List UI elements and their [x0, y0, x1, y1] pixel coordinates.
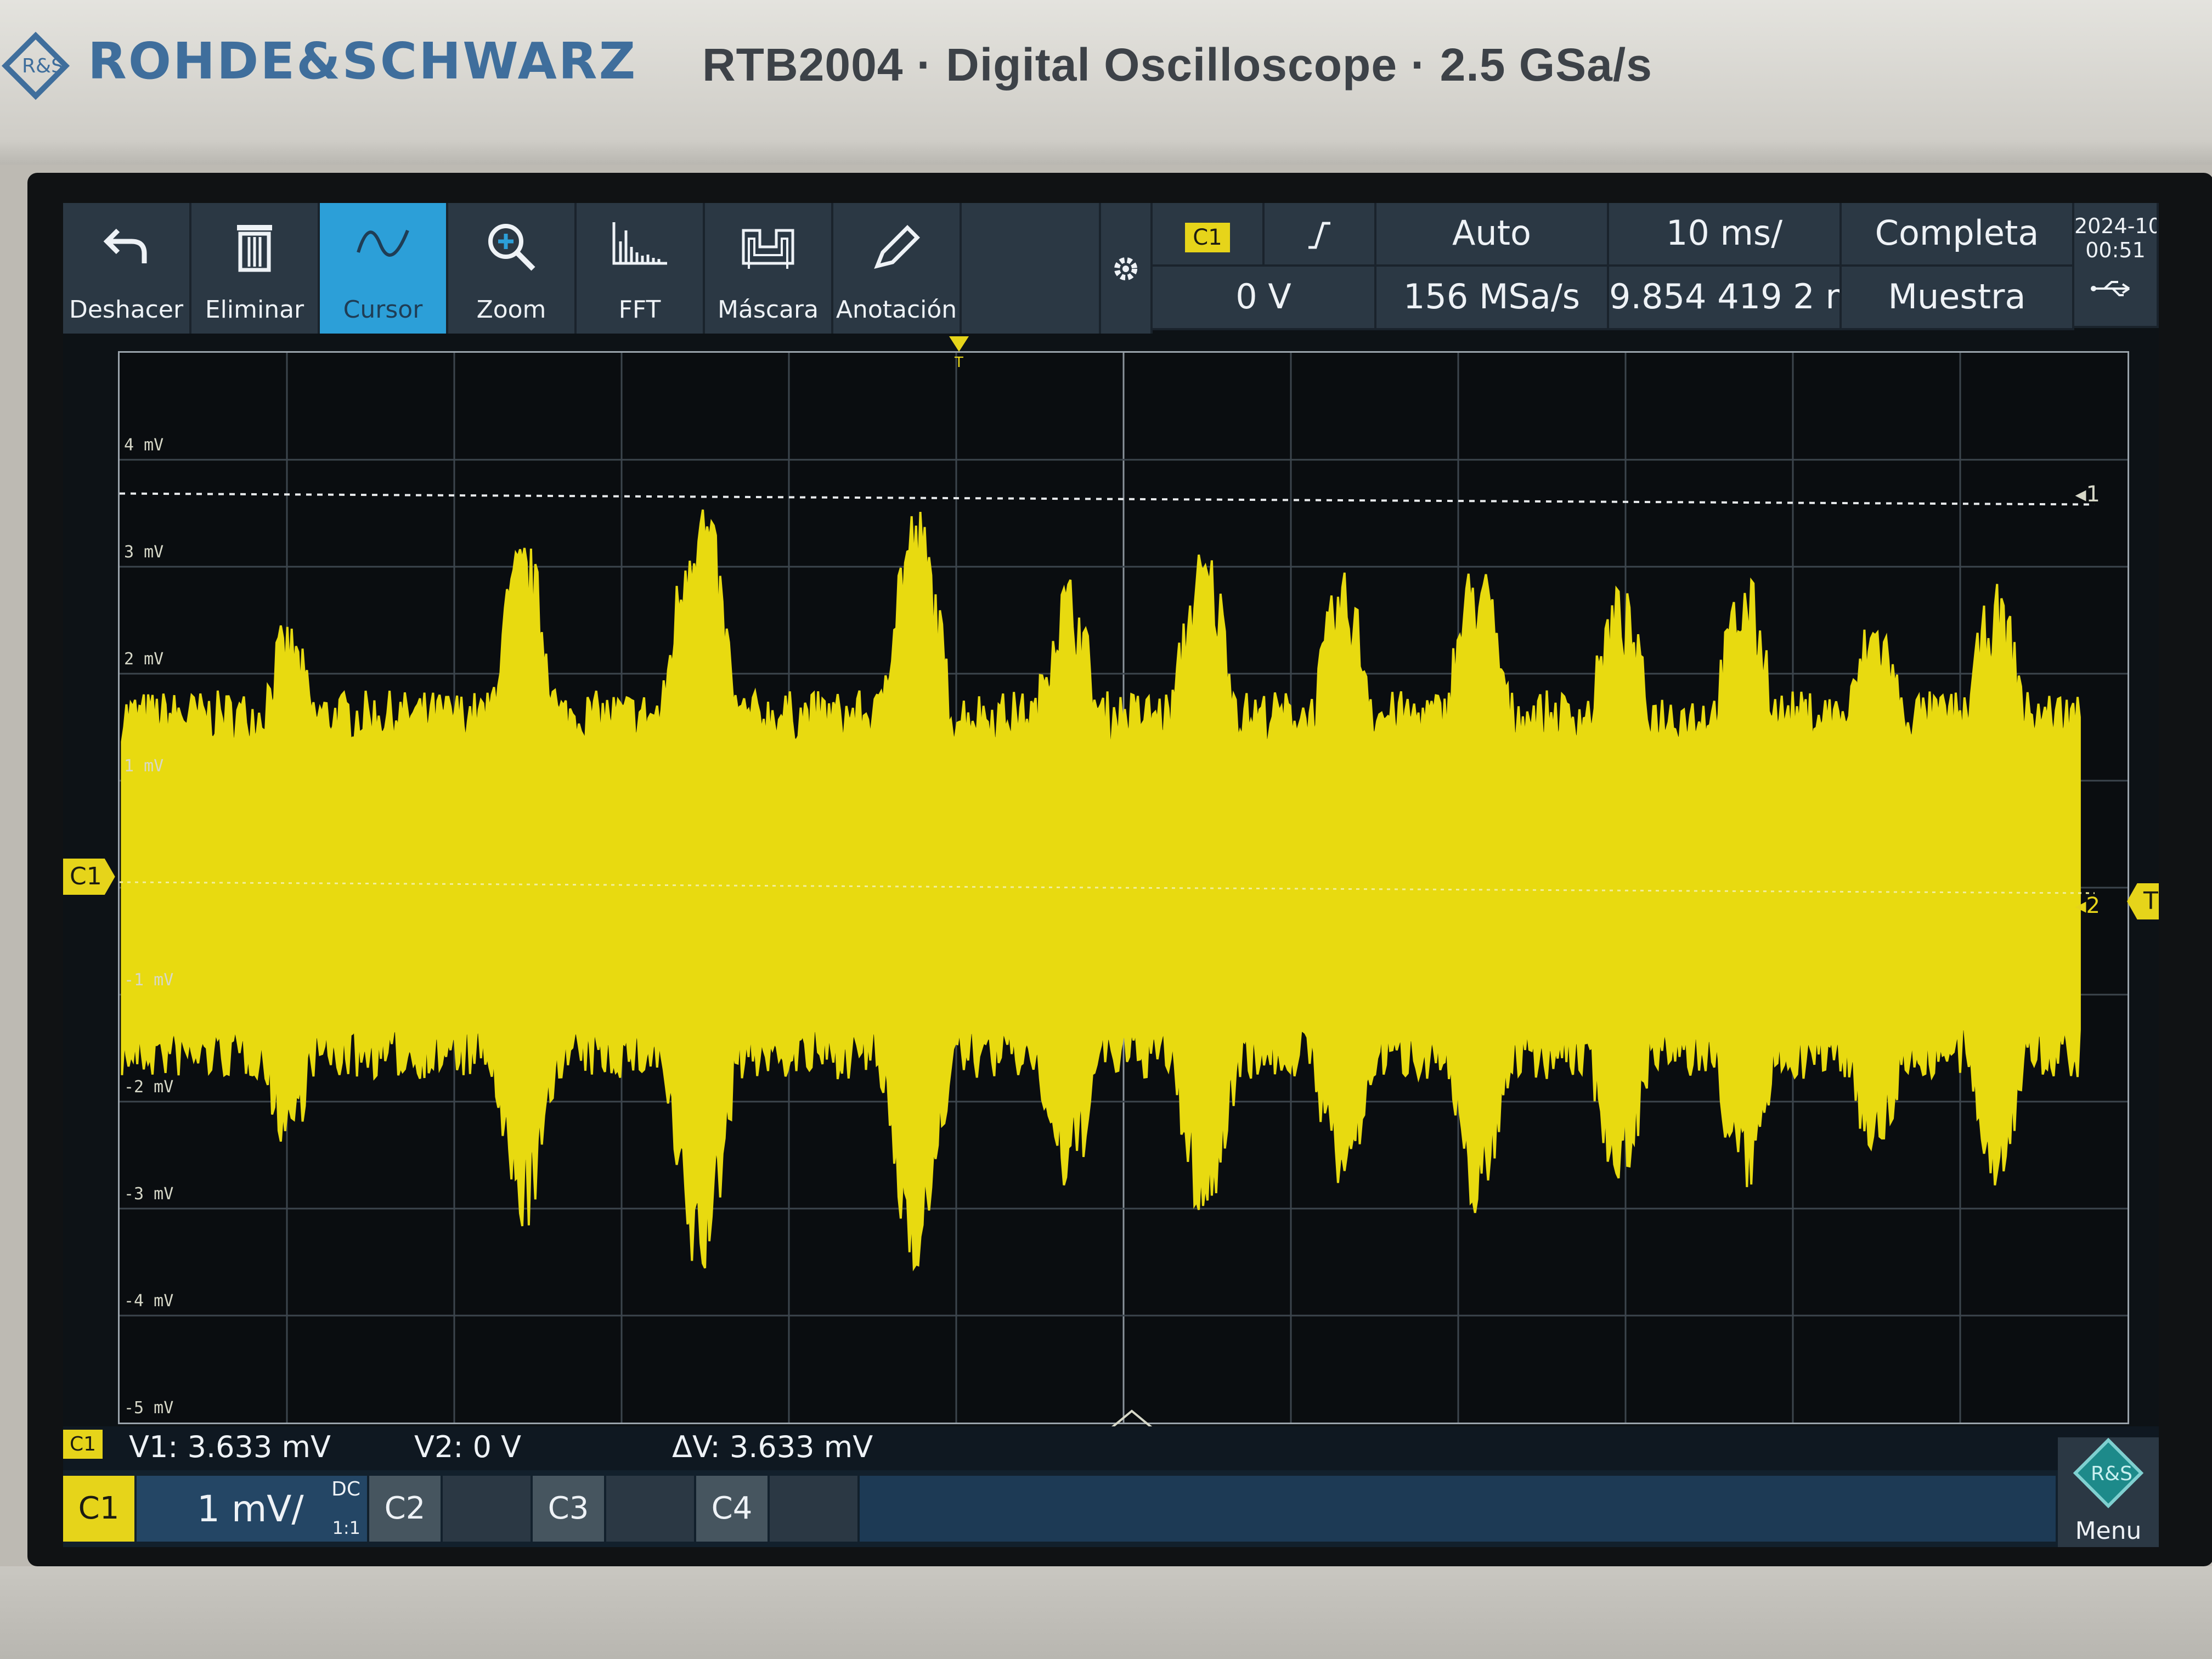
delete-button[interactable]: Eliminar — [191, 203, 320, 334]
fft-button[interactable]: FFT — [577, 203, 705, 334]
channel-c2-settings[interactable] — [443, 1476, 531, 1542]
cursor-1-line[interactable] — [120, 492, 2095, 506]
channel-c4-tab[interactable]: C4 — [696, 1476, 768, 1542]
v2-readout: V2: 0 V — [414, 1430, 522, 1464]
channel-c1-settings[interactable]: 1 mV/ DC 1:1 — [137, 1476, 367, 1542]
c1-coupling: DC — [331, 1478, 360, 1500]
time-per-div[interactable]: 10 ms/ — [1609, 203, 1842, 267]
menu-label: Menu — [2075, 1517, 2142, 1545]
volt-label: -1 mV — [124, 970, 174, 990]
delete-label: Eliminar — [205, 296, 304, 324]
model-title: RTB2004 · Digital Oscilloscope · 2.5 GSa… — [702, 39, 1652, 91]
toolbar-empty-slot — [962, 203, 1101, 334]
gear-icon — [1114, 257, 1137, 280]
cursor-2-number: 2 — [2086, 893, 2100, 918]
menu-button[interactable]: R&S Menu — [2058, 1437, 2159, 1547]
rs-logo-icon: R&S — [1, 31, 70, 100]
volt-label: -2 mV — [124, 1077, 174, 1097]
svg-text:T: T — [954, 354, 963, 369]
trigger-arrow-icon: T — [949, 336, 969, 371]
zoom-button[interactable]: Zoom — [448, 203, 577, 334]
acquisition-mode[interactable]: Muestra — [1842, 267, 2074, 330]
annotation-button[interactable]: Anotación — [833, 203, 962, 334]
trigger-level-marker[interactable]: TL — [2127, 883, 2159, 919]
usb-icon — [2091, 281, 2130, 296]
instrument-bottom-bezel — [0, 1566, 2212, 1659]
channel-c1-tab[interactable]: C1 — [63, 1476, 134, 1542]
cursor-1-label[interactable]: ◂1 — [2075, 482, 2100, 507]
trash-icon — [237, 225, 272, 272]
volt-label: -5 mV — [124, 1398, 174, 1418]
date: 2024-10-30 — [2074, 214, 2159, 238]
mask-label: Máscara — [717, 296, 819, 324]
channel-c2-tab[interactable]: C2 — [369, 1476, 441, 1542]
brand-name: ROHDE&SCHWARZ — [88, 32, 637, 91]
waveform-plot — [120, 353, 2128, 1423]
zoom-label: Zoom — [476, 296, 546, 324]
readout-channel-badge: C1 — [63, 1430, 103, 1459]
trigger-source-badge: C1 — [1185, 223, 1230, 252]
undo-button[interactable]: Deshacer — [63, 203, 191, 334]
volt-label: -3 mV — [124, 1184, 174, 1204]
channel-c4-settings[interactable] — [770, 1476, 857, 1542]
instrument-top-bezel: R&S ROHDE&SCHWARZ RTB2004 · Digital Osci… — [0, 0, 2212, 165]
volt-label: 3 mV — [124, 543, 164, 562]
mask-icon — [742, 229, 794, 269]
undo-icon — [103, 228, 147, 263]
rising-edge-icon — [1308, 222, 1330, 249]
c1-waveform-envelope — [121, 509, 2081, 1272]
settings-button[interactable] — [1101, 203, 1153, 334]
horizontal-position[interactable]: 9.854 419 2 ms — [1609, 267, 1842, 330]
cursor-label: Cursor — [343, 296, 423, 324]
cursor-button[interactable]: Cursor — [320, 203, 448, 334]
svg-text:R&S: R&S — [22, 55, 64, 77]
delta-v-readout: ΔV: 3.633 mV — [672, 1430, 873, 1464]
c1-scale: 1 mV/ — [197, 1488, 304, 1530]
sine-cursor-icon — [357, 229, 409, 257]
c1-probe: 1:1 — [332, 1517, 361, 1538]
c1-offset-marker[interactable]: C1 — [63, 859, 115, 895]
trigger-level[interactable]: 0 V — [1153, 267, 1376, 330]
channel-bar-spacer — [860, 1476, 2056, 1542]
time: 00:51 — [2085, 238, 2146, 262]
svg-text:R&S: R&S — [2091, 1463, 2132, 1485]
cursor-1-number: 1 — [2086, 482, 2100, 507]
channel-c3-settings[interactable] — [606, 1476, 694, 1542]
channel-c3-tab[interactable]: C3 — [533, 1476, 604, 1542]
oscilloscope-screen: Deshacer Eliminar Cursor Zoom FFT Máscar… — [63, 203, 2159, 1547]
c1-waveform-trace — [121, 509, 2081, 1272]
cursor-readout: C1 V1: 3.633 mV V2: 0 V ΔV: 3.633 mV — [63, 1426, 2159, 1470]
trigger-source[interactable]: C1 — [1153, 203, 1265, 267]
trigger-slope[interactable] — [1265, 203, 1376, 267]
annotation-label: Anotación — [836, 296, 957, 324]
v1-readout: V1: 3.633 mV — [129, 1430, 331, 1464]
rs-menu-icon: R&S — [2073, 1437, 2144, 1509]
volt-label: -4 mV — [124, 1291, 174, 1311]
datetime-panel: 2024-10-30 00:51 — [2074, 203, 2159, 328]
trigger-mode[interactable]: Auto — [1376, 203, 1609, 267]
volt-label: 1 mV — [124, 757, 164, 776]
mask-button[interactable]: Máscara — [705, 203, 833, 334]
trigger-position-marker[interactable]: T — [948, 336, 970, 371]
fft-label: FFT — [618, 296, 661, 324]
volt-label: 4 mV — [124, 436, 164, 455]
zoom-icon — [488, 224, 535, 271]
fft-icon — [612, 222, 667, 265]
volt-label: 2 mV — [124, 650, 164, 669]
cursor-2-label[interactable]: ◂2 — [2075, 893, 2100, 918]
channel-bar: C1 1 mV/ DC 1:1 C2 C3 C4 R&S Menu — [63, 1437, 2159, 1547]
acquisition-setting[interactable]: Completa — [1842, 203, 2074, 267]
sample-rate: 156 MSa/s — [1376, 267, 1609, 330]
pencil-icon — [874, 225, 920, 269]
undo-label: Deshacer — [69, 296, 184, 324]
waveform-grid[interactable]: 4 mV 3 mV 2 mV 1 mV -1 mV -2 mV -3 mV -4 mV -5 m… — [118, 336, 2129, 1461]
